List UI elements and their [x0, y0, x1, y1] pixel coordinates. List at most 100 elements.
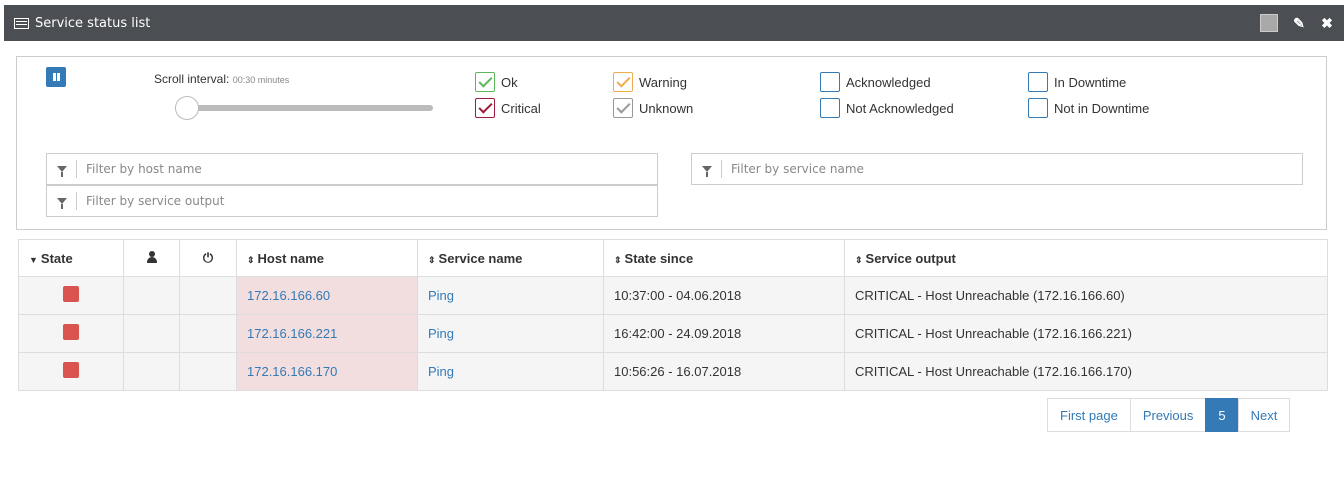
host-cell: 172.16.166.221	[236, 314, 418, 353]
service-name-filter	[691, 153, 1303, 185]
checkbox-ok[interactable]: Ok	[475, 72, 518, 92]
service-output-filter-input[interactable]	[86, 187, 657, 215]
service-cell: Ping	[417, 314, 604, 353]
widget-titlebar: Service status list ✎ ✖	[4, 5, 1344, 41]
service-output-cell: CRITICAL - Host Unreachable (172.16.166.…	[844, 314, 1328, 353]
next-page-button[interactable]: Next	[1237, 398, 1291, 432]
first-page-button[interactable]: First page	[1047, 398, 1131, 432]
header-service-output[interactable]: ⇕ Service output	[844, 239, 1328, 277]
header-state-since[interactable]: ⇕ State since	[603, 239, 845, 277]
header-downtime: ⏻	[179, 239, 237, 277]
table-header-row: ▼ State ⏻ ⇕ Host name ⇕ Service name ⇕ State…	[18, 239, 1328, 277]
downtime-cell	[179, 352, 237, 391]
host-cell: 172.16.166.170	[236, 352, 418, 391]
critical-checkbox-box[interactable]	[475, 98, 495, 118]
service-cell: Ping	[417, 352, 604, 391]
filter-panel: Scroll interval: 00:30 minutes Ok Critic…	[16, 56, 1327, 230]
pagination: First page Previous 5 Next	[1047, 398, 1291, 432]
scroll-interval-slider-handle[interactable]	[175, 96, 199, 120]
downtime-cell	[179, 314, 237, 353]
host-link[interactable]: 172.16.166.60	[247, 288, 330, 303]
sort-icon: ⇕	[614, 254, 622, 265]
ok-checkbox-box[interactable]	[475, 72, 495, 92]
state-since-cell: 10:56:26 - 16.07.2018	[603, 352, 845, 391]
checkbox-warning[interactable]: Warning	[613, 72, 687, 92]
filter-icon	[692, 160, 722, 178]
unknown-checkbox-box[interactable]	[613, 98, 633, 118]
host-name-filter-input[interactable]	[86, 155, 657, 183]
not-acknowledged-label: Not Acknowledged	[846, 100, 954, 116]
warning-label: Warning	[639, 74, 687, 90]
header-host-name[interactable]: ⇕ Host name	[236, 239, 418, 277]
unknown-label: Unknown	[639, 100, 694, 116]
in-downtime-checkbox-box[interactable]	[1028, 72, 1048, 92]
close-icon[interactable]: ✖	[1320, 15, 1334, 32]
filter-icon	[47, 192, 77, 210]
checkbox-acknowledged[interactable]: Acknowledged	[820, 72, 931, 92]
state-cell	[18, 276, 124, 315]
service-status-table: ▼ State ⏻ ⇕ Host name ⇕ Service name ⇕ State…	[18, 239, 1328, 391]
titlebar-actions: ✎ ✖	[1260, 14, 1334, 32]
current-page-button[interactable]: 5	[1205, 398, 1239, 432]
service-link[interactable]: Ping	[428, 326, 454, 341]
filter-icon	[47, 160, 77, 178]
ok-label: Ok	[501, 74, 518, 90]
state-cell	[18, 314, 124, 353]
header-state[interactable]: ▼ State	[18, 239, 124, 277]
ack-cell	[123, 314, 180, 353]
critical-state-indicator	[63, 286, 79, 302]
header-service-name[interactable]: ⇕ Service name	[417, 239, 604, 277]
scroll-interval-slider-track[interactable]	[175, 105, 433, 111]
table-row: 172.16.166.170 Ping 10:56:26 - 16.07.201…	[18, 352, 1328, 391]
not-acknowledged-checkbox-box[interactable]	[820, 98, 840, 118]
not-in-downtime-checkbox-box[interactable]	[1028, 98, 1048, 118]
host-name-filter	[46, 153, 658, 185]
list-icon	[14, 17, 29, 29]
sort-icon: ⇕	[247, 254, 255, 265]
warning-checkbox-box[interactable]	[613, 72, 633, 92]
acknowledged-checkbox-box[interactable]	[820, 72, 840, 92]
host-link[interactable]: 172.16.166.221	[247, 326, 337, 341]
user-icon	[146, 250, 157, 263]
host-cell: 172.16.166.60	[236, 276, 418, 315]
header-acknowledged	[123, 239, 180, 277]
ack-cell	[123, 276, 180, 315]
service-cell: Ping	[417, 276, 604, 315]
checkbox-not-in-downtime[interactable]: Not in Downtime	[1028, 98, 1149, 118]
checkbox-unknown[interactable]: Unknown	[613, 98, 693, 118]
table-row: 172.16.166.221 Ping 16:42:00 - 24.09.201…	[18, 314, 1328, 353]
critical-state-indicator	[63, 362, 79, 378]
downtime-cell	[179, 276, 237, 315]
service-link[interactable]: Ping	[428, 364, 454, 379]
service-link[interactable]: Ping	[428, 288, 454, 303]
scroll-interval-label: Scroll interval: 00:30 minutes	[154, 72, 289, 86]
acknowledged-label: Acknowledged	[846, 74, 931, 90]
sort-desc-icon: ▼	[29, 254, 38, 265]
service-output-cell: CRITICAL - Host Unreachable (172.16.166.…	[844, 352, 1328, 391]
checkbox-in-downtime[interactable]: In Downtime	[1028, 72, 1126, 92]
table-row: 172.16.166.60 Ping 10:37:00 - 04.06.2018…	[18, 276, 1328, 315]
not-in-downtime-label: Not in Downtime	[1054, 100, 1150, 116]
sort-icon: ⇕	[428, 254, 436, 265]
checkbox-not-acknowledged[interactable]: Not Acknowledged	[820, 98, 954, 118]
edit-icon[interactable]: ✎	[1292, 15, 1306, 32]
scroll-interval-text: Scroll interval:	[154, 72, 230, 86]
checkbox-critical[interactable]: Critical	[475, 98, 541, 118]
previous-page-button[interactable]: Previous	[1129, 398, 1207, 432]
state-since-cell: 16:42:00 - 24.09.2018	[603, 314, 845, 353]
power-icon: ⏻	[202, 250, 214, 265]
widget-title: Service status list	[35, 15, 151, 31]
service-name-filter-input[interactable]	[731, 155, 1302, 183]
color-picker-button[interactable]	[1260, 14, 1278, 32]
host-link[interactable]: 172.16.166.170	[247, 364, 337, 379]
sort-icon: ⇕	[855, 254, 863, 265]
scroll-interval-value: 00:30 minutes	[232, 75, 290, 85]
critical-state-indicator	[63, 324, 79, 340]
service-output-cell: CRITICAL - Host Unreachable (172.16.166.…	[844, 276, 1328, 315]
critical-label: Critical	[501, 100, 541, 116]
state-since-cell: 10:37:00 - 04.06.2018	[603, 276, 845, 315]
state-cell	[18, 352, 124, 391]
service-output-filter	[46, 185, 658, 217]
pause-button[interactable]	[46, 67, 66, 87]
in-downtime-label: In Downtime	[1054, 74, 1127, 90]
